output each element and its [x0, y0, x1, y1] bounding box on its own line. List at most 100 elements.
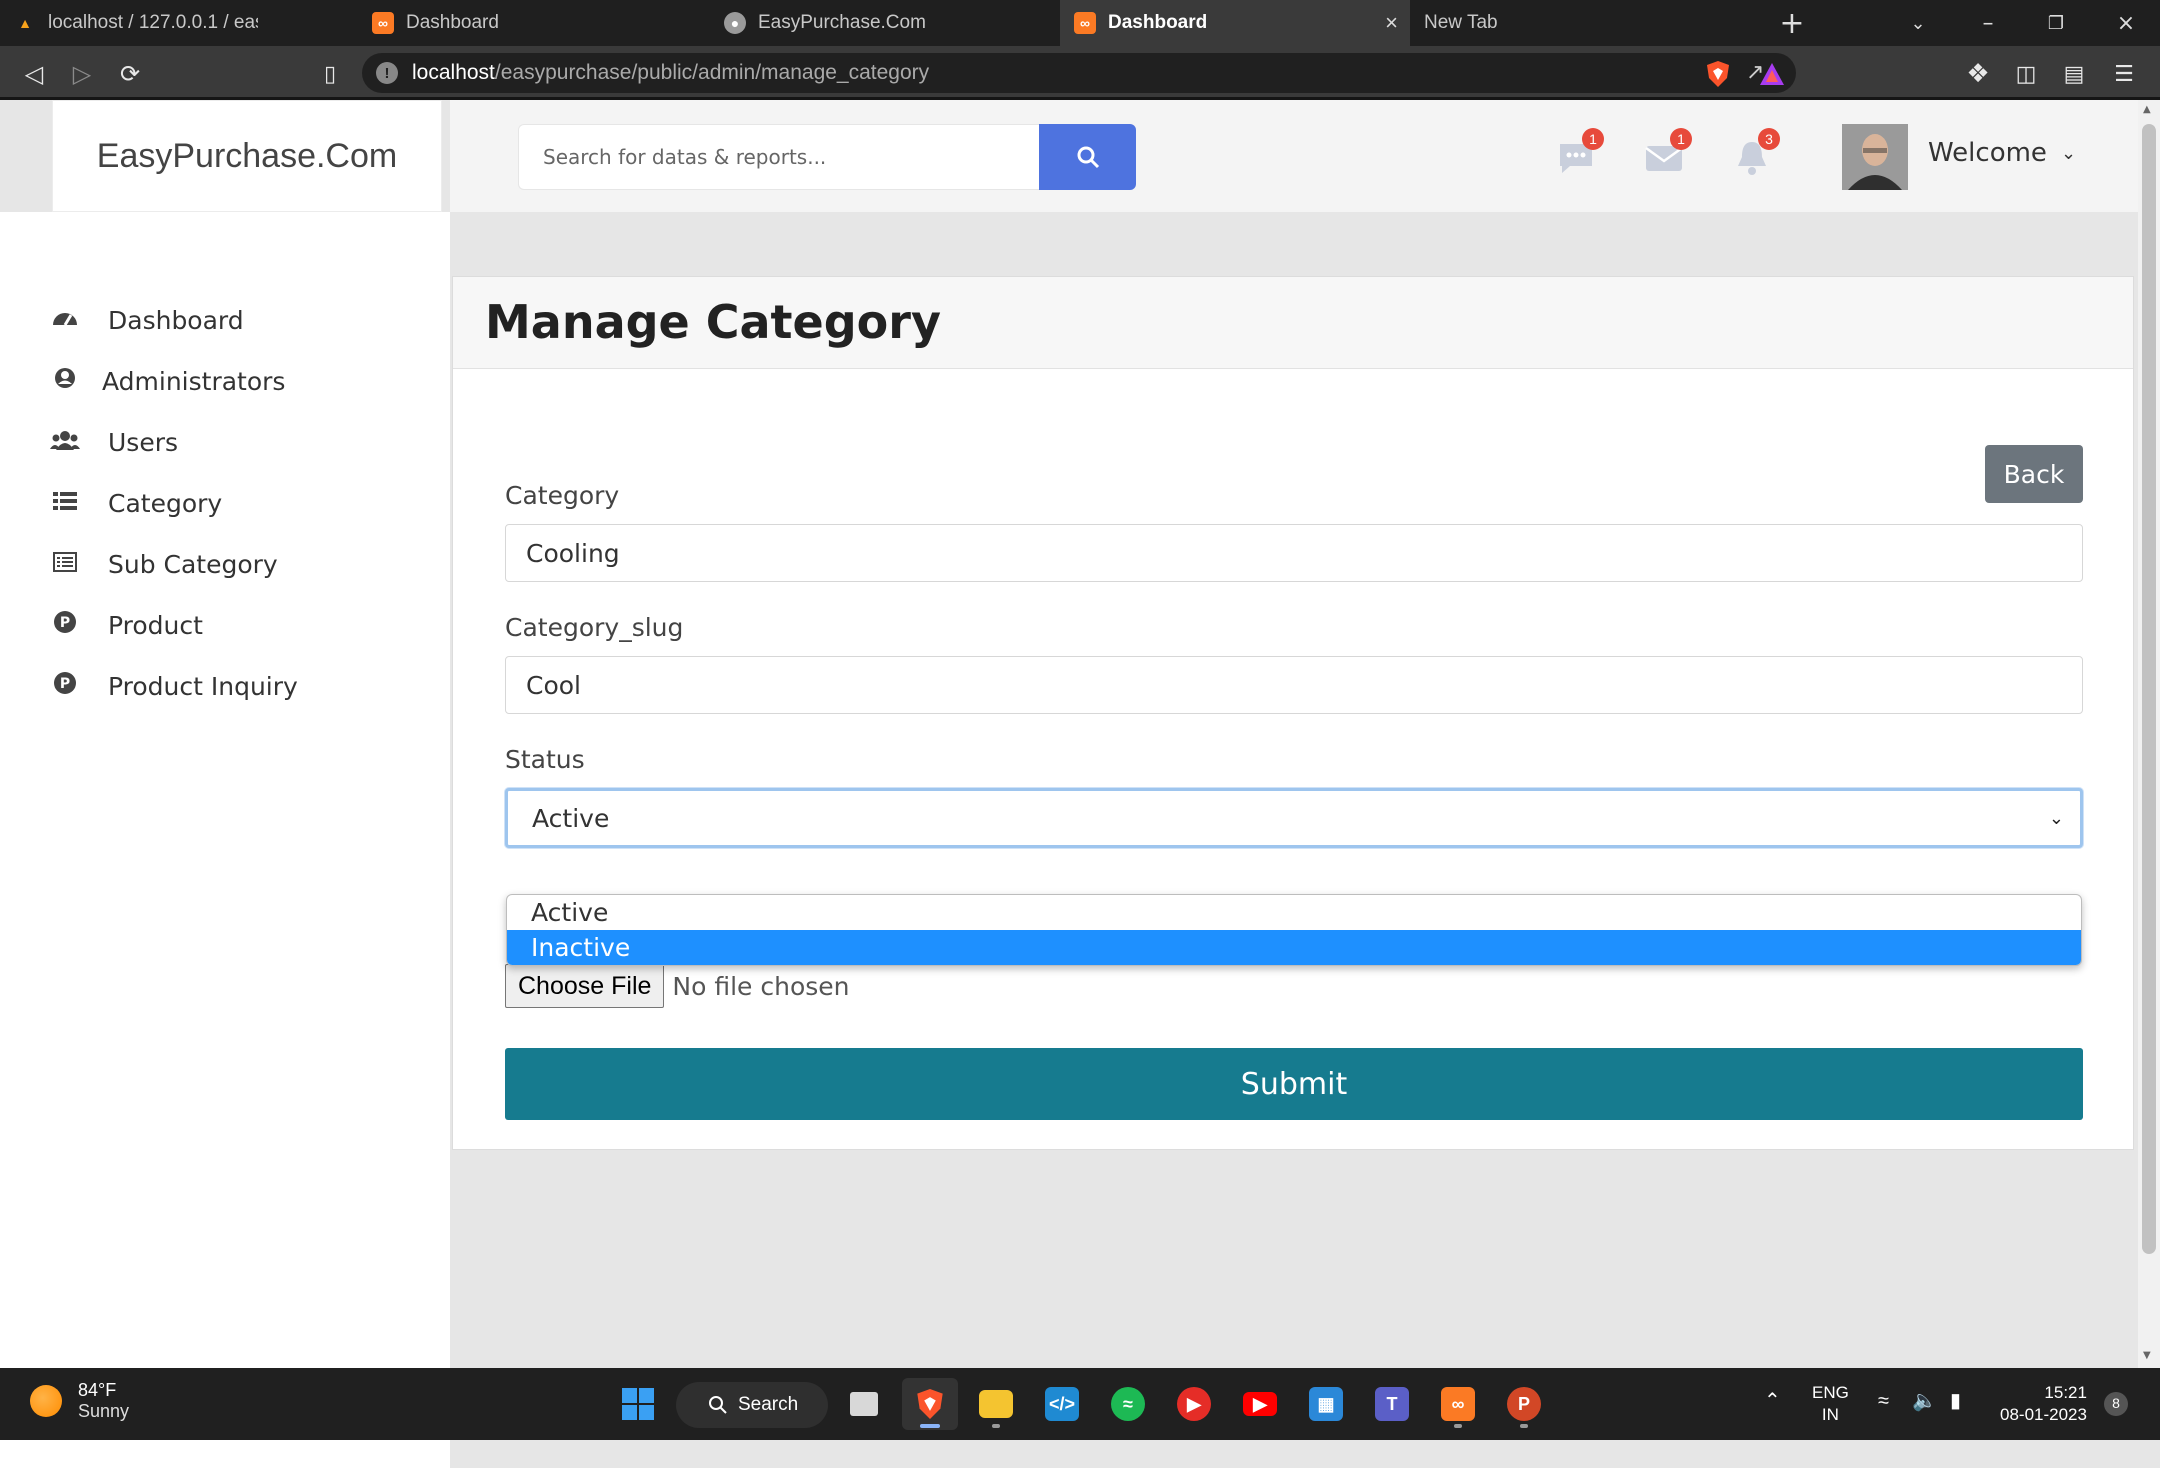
tab-phpmyadmin[interactable]: ▲ localhost / 127.0.0.1 / easypurchase /…	[0, 0, 258, 46]
mail-button[interactable]: 1	[1642, 128, 1692, 180]
language-indicator[interactable]: ENG IN	[1812, 1382, 1849, 1426]
brave-rewards-icon[interactable]	[1752, 54, 1792, 94]
tab-easypurchase[interactable]: ● EasyPurchase.Com	[710, 0, 1060, 46]
language-code: ENG	[1812, 1383, 1849, 1402]
wallet-icon[interactable]: ▤	[2054, 54, 2094, 94]
close-window-icon[interactable]: ×	[2098, 0, 2154, 46]
svg-text:P: P	[60, 615, 70, 631]
extensions-puzzle-icon[interactable]: ❖	[1958, 54, 1998, 94]
tab-dashboard[interactable]: ∞ Dashboard	[358, 0, 706, 46]
submit-button[interactable]: Submit	[505, 1048, 2083, 1120]
sidebar-item-administrators[interactable]: Administrators	[50, 359, 285, 403]
brand-logo[interactable]: EasyPurchase.Com	[52, 100, 442, 212]
user-menu[interactable]: Welcome ⌄	[1928, 138, 2076, 168]
vscode-icon: </>	[1045, 1387, 1079, 1421]
youtube-music-button[interactable]: ▶	[1166, 1378, 1222, 1430]
sidebar-item-label: Product Inquiry	[108, 671, 298, 701]
reload-icon[interactable]: ⟳	[110, 54, 150, 94]
back-nav-icon[interactable]: ◁	[14, 54, 54, 94]
category-input[interactable]: Cooling	[505, 524, 2083, 582]
minimize-icon[interactable]: –	[1960, 0, 2016, 46]
tachometer-icon	[50, 305, 80, 335]
clock[interactable]: 15:21 08-01-2023	[2000, 1382, 2087, 1426]
welcome-label: Welcome	[1928, 138, 2047, 168]
menu-icon[interactable]: ☰	[2104, 54, 2144, 94]
spotify-button[interactable]: ≈	[1100, 1378, 1156, 1430]
sidebar-item-label: Users	[108, 427, 179, 457]
choose-file-button[interactable]: Choose File	[505, 964, 665, 1008]
sidebar-toggle-icon[interactable]: ◫	[2006, 54, 2046, 94]
search-input[interactable]	[518, 124, 1042, 190]
users-icon	[50, 428, 80, 456]
folder-icon	[979, 1390, 1013, 1418]
category-slug-input[interactable]: Cool	[505, 656, 2083, 714]
sidebar-item-users[interactable]: Users	[50, 420, 178, 464]
store-button[interactable]: ▦	[1298, 1378, 1354, 1430]
sidebar-item-product[interactable]: P Product	[50, 603, 203, 647]
brave-shields-icon[interactable]	[1698, 54, 1738, 94]
url-field[interactable]: ! localhost/easypurchase/public/admin/ma…	[362, 53, 1796, 93]
sidebar-item-dashboard[interactable]: Dashboard	[50, 298, 244, 342]
alerts-button[interactable]: 3	[1730, 128, 1780, 180]
manage-category-card: Manage Category Back Category Cooling Ca…	[452, 276, 2134, 1150]
status-selected-value: Active	[532, 803, 610, 833]
sidebar-item-label: Product	[108, 610, 203, 640]
back-button[interactable]: Back	[1985, 445, 2083, 503]
close-tab-icon[interactable]: ×	[1385, 10, 1398, 36]
weather-widget[interactable]: 84°F Sunny	[30, 1380, 129, 1422]
vscode-button[interactable]: </>	[1034, 1378, 1090, 1430]
youtube-button[interactable]: ▶	[1232, 1378, 1288, 1430]
tab-dashboard-active[interactable]: ∞ Dashboard ×	[1060, 0, 1410, 46]
search-button[interactable]	[1039, 124, 1136, 190]
start-button[interactable]	[610, 1378, 666, 1430]
sidebar-item-label: Category	[108, 488, 223, 518]
xampp-icon: ∞	[372, 12, 394, 34]
tab-new[interactable]: New Tab	[1410, 0, 1760, 46]
brand-text: EasyPurchase.Com	[96, 136, 398, 175]
bookmark-icon[interactable]: ▯	[310, 54, 350, 94]
taskbar-search[interactable]: Search	[676, 1382, 828, 1428]
address-toolbar: ◁ ▷ ⟳ ▯ ! localhost/easypurchase/public/…	[0, 46, 2160, 100]
category-slug-label: Category_slug	[505, 613, 684, 642]
running-indicator	[1520, 1424, 1528, 1428]
browser-tab-bar: ▲ localhost / 127.0.0.1 / easypurchase /…	[0, 0, 2160, 46]
tab-title: localhost / 127.0.0.1 / easypurchase / .…	[48, 12, 258, 33]
powerpoint-button[interactable]: P	[1496, 1378, 1552, 1430]
xampp-button[interactable]: ∞	[1430, 1378, 1486, 1430]
wifi-icon[interactable]: ≈	[1878, 1390, 1889, 1412]
chevron-down-icon: ⌄	[2048, 807, 2064, 829]
user-circle-icon	[50, 367, 80, 395]
new-tab-plus-icon[interactable]: +	[1764, 0, 1820, 46]
tab-title: EasyPurchase.Com	[758, 12, 926, 33]
forward-nav-icon[interactable]: ▷	[62, 54, 102, 94]
sidebar-item-sub-category[interactable]: Sub Category	[50, 542, 278, 586]
show-hidden-icons-chevron-icon[interactable]: ⌃	[1764, 1390, 1781, 1412]
file-explorer-button[interactable]	[968, 1378, 1024, 1430]
notification-count-badge[interactable]: 8	[2104, 1392, 2128, 1416]
status-option-inactive[interactable]: Inactive	[507, 930, 2081, 965]
tab-title: Dashboard	[1108, 12, 1208, 33]
temperature: 84°F	[78, 1380, 117, 1400]
product-p-icon: P	[50, 671, 80, 701]
site-info-icon[interactable]: !	[376, 62, 398, 84]
globe-icon: ●	[724, 12, 746, 34]
messages-button[interactable]: 1	[1554, 128, 1604, 180]
tab-search-chevron-icon[interactable]: ⌄	[1890, 0, 1946, 46]
sidebar-item-product-inquiry[interactable]: P Product Inquiry	[50, 664, 298, 708]
page-scrollbar[interactable]: ▲ ▼	[2138, 100, 2160, 1368]
brave-taskbar-button[interactable]	[902, 1378, 958, 1430]
scroll-down-icon[interactable]: ▼	[2143, 1350, 2151, 1361]
battery-icon[interactable]: ▮	[1950, 1390, 1961, 1412]
volume-icon[interactable]: 🔈	[1912, 1390, 1937, 1412]
scroll-thumb[interactable]	[2142, 124, 2156, 1254]
running-indicator	[1454, 1424, 1462, 1428]
scroll-up-icon[interactable]: ▲	[2143, 104, 2151, 115]
restore-icon[interactable]: ❐	[2028, 0, 2084, 46]
task-view-button[interactable]	[836, 1378, 892, 1430]
avatar[interactable]	[1842, 124, 1908, 190]
teams-button[interactable]: T	[1364, 1378, 1420, 1430]
status-option-active[interactable]: Active	[507, 895, 2081, 930]
status-select[interactable]: Active ⌄	[505, 788, 2083, 848]
tab-title: New Tab	[1424, 12, 1498, 33]
sidebar-item-category[interactable]: Category	[50, 481, 222, 525]
